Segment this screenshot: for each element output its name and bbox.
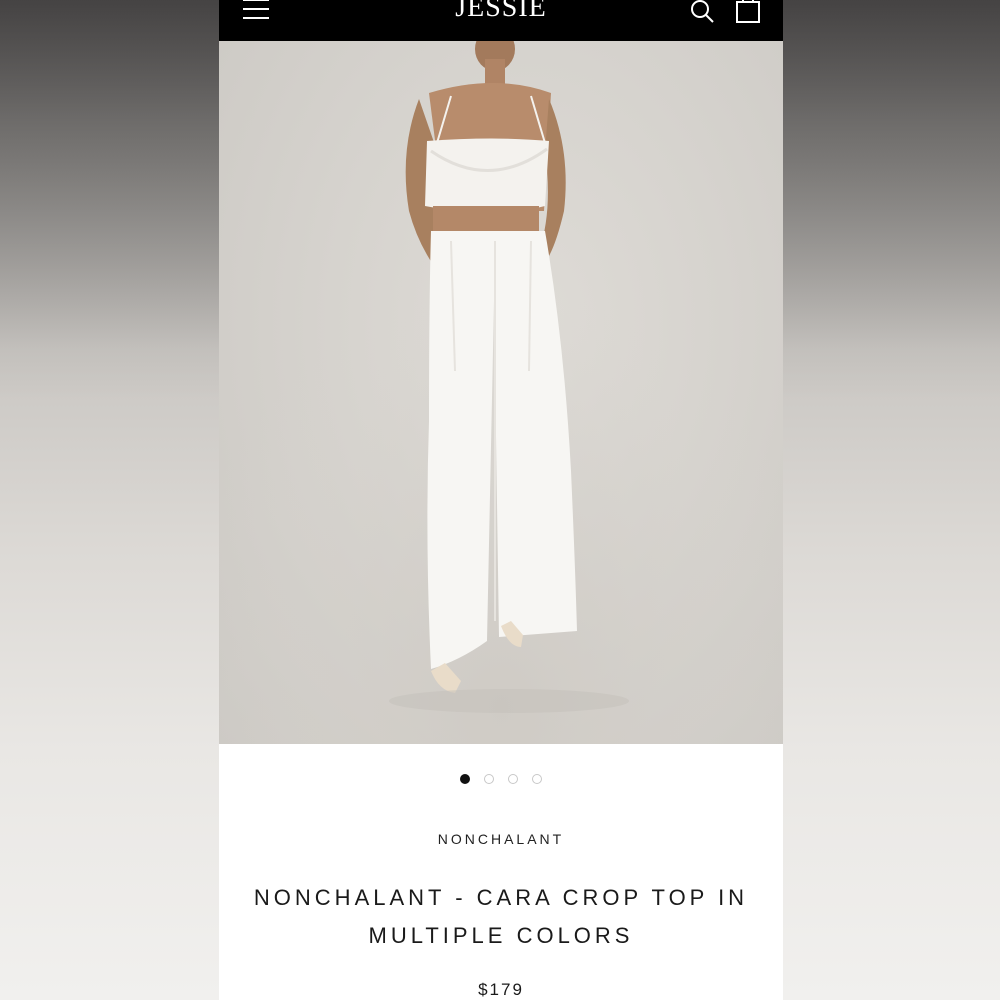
carousel-dot-3[interactable]: [508, 774, 518, 784]
product-image[interactable]: [219, 41, 783, 744]
carousel-dot-2[interactable]: [484, 774, 494, 784]
product-photo-model: [219, 41, 783, 744]
product-title-line-2: MULTIPLE COLORS: [368, 923, 634, 948]
cart-icon[interactable]: [735, 0, 761, 24]
product-title-line-1: NONCHALANT - CARA CROP TOP IN: [253, 885, 749, 910]
mobile-page: JESSIE NONCHALANT NONCHALANT - CARA CROP…: [219, 0, 783, 1000]
carousel-dot-4[interactable]: [532, 774, 542, 784]
background-blur-left: [0, 0, 219, 1000]
background-blur-right: [783, 0, 1000, 1000]
carousel-dot-1[interactable]: [460, 774, 470, 784]
top-navigation-bar: JESSIE: [219, 0, 783, 41]
search-icon[interactable]: [689, 0, 715, 24]
product-price: $179: [478, 980, 524, 999]
product-title: NONCHALANT - CARA CROP TOP IN MULTIPLE C…: [239, 879, 763, 955]
product-vendor[interactable]: NONCHALANT: [219, 831, 783, 847]
image-carousel-dots: [219, 774, 783, 788]
